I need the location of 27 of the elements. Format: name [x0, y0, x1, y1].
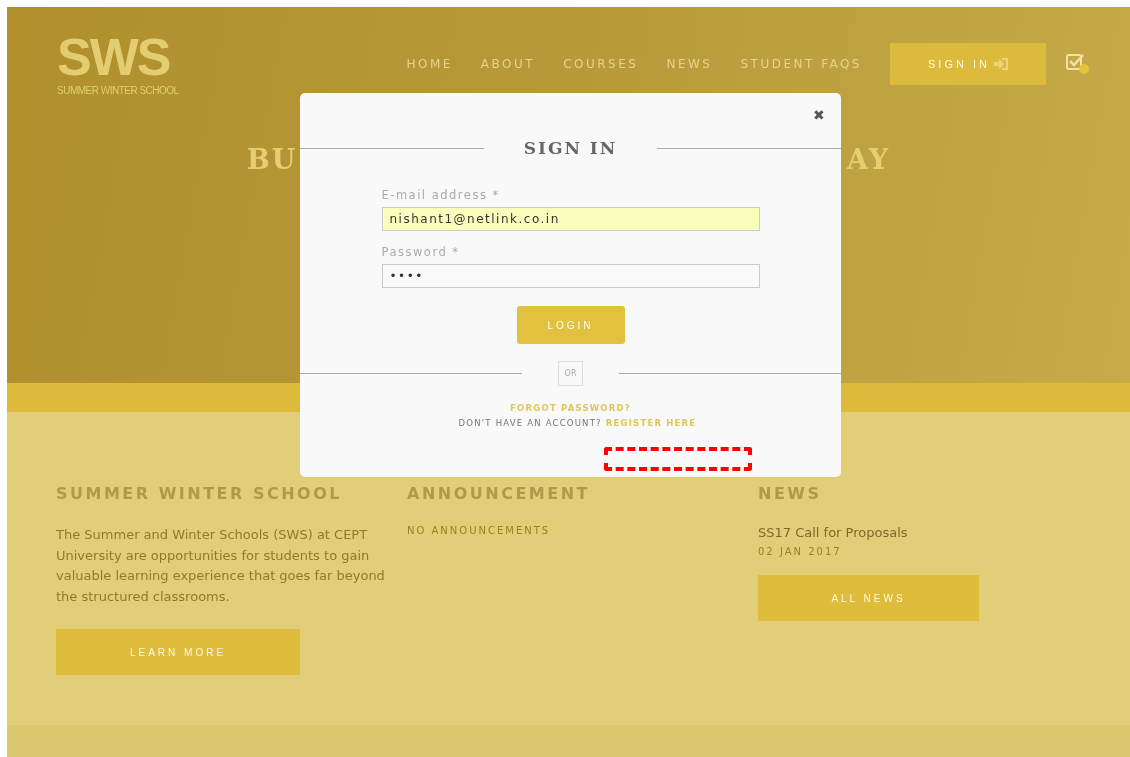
- email-field[interactable]: nishant1@netlink.co.in: [381, 207, 760, 231]
- hero-title: BU: [247, 144, 298, 175]
- login-button[interactable]: LOGIN: [516, 306, 625, 344]
- logo-mark: SWS: [57, 31, 171, 83]
- field-label: Password *: [381, 245, 461, 259]
- forgot-password-link[interactable]: FORGOT PASSWORD?: [510, 403, 631, 413]
- section-text: The Summer and Winter Schools (SWS) at CEPT University are opportunities for students to gain valuable learning experience that goes far beyond the structured classrooms.: [56, 526, 386, 606]
- nav-link[interactable]: COURSES: [563, 56, 639, 71]
- empty-note: NO ANNOUNCEMENTS: [407, 525, 551, 536]
- register-link[interactable]: REGISTER HERE: [605, 418, 697, 428]
- dialog-title: SIGN IN: [523, 138, 618, 158]
- nav-link[interactable]: ABOUT: [480, 56, 536, 71]
- logo-subtitle: SUMMER WINTER SCHOOL: [57, 85, 179, 96]
- register-prompt: DON'T HAVE AN ACCOUNT?: [458, 418, 602, 428]
- nav-link[interactable]: NEWS: [666, 56, 713, 71]
- password-field[interactable]: ••••: [381, 264, 760, 288]
- sign-in-icon: [993, 57, 1008, 70]
- close-button[interactable]: ✖: [813, 107, 825, 123]
- all-news-button[interactable]: ALL NEWS: [758, 575, 979, 621]
- news-date: 02 JAN 2017: [758, 546, 842, 557]
- field-label: E-mail address *: [381, 188, 501, 202]
- news-item-title[interactable]: SS17 Call for Proposals: [758, 525, 908, 540]
- checklist-icon[interactable]: [1066, 52, 1090, 75]
- learn-more-button[interactable]: LEARN MORE: [56, 629, 300, 675]
- nav-link[interactable]: STUDENT FAQS: [740, 56, 862, 71]
- nav-link[interactable]: HOME: [406, 56, 453, 71]
- sign-in-button[interactable]: SIGN IN: [890, 42, 1046, 85]
